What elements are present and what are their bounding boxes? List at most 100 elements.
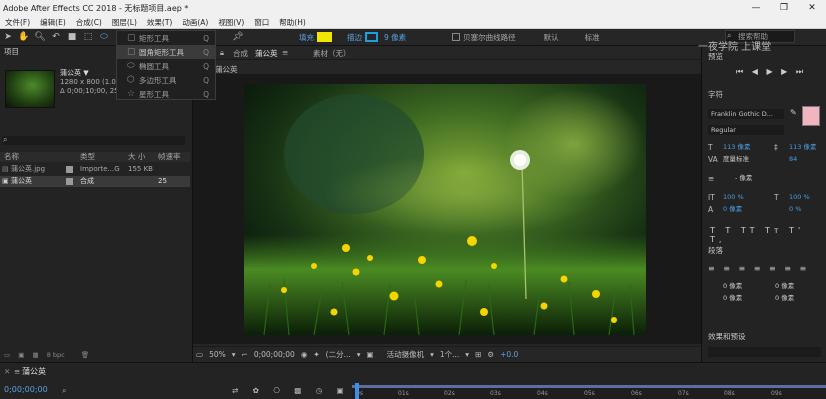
horizontal-scale-field[interactable]: 100 % — [786, 192, 824, 202]
leading-field[interactable]: 113 像素 — [786, 142, 824, 152]
text-style-buttons[interactable]: T T TT Tт T' T, — [710, 226, 826, 244]
playback-controls[interactable]: ⏮ ◀ ▶ ▶ ⏭ — [736, 67, 806, 77]
workspace-default[interactable]: 默认 — [544, 32, 559, 43]
views-dropdown[interactable]: 1个... — [440, 349, 459, 360]
close-button[interactable]: ✕ — [798, 0, 826, 16]
menu-edit[interactable]: 编辑(E) — [35, 17, 71, 28]
shape-tool-icon[interactable]: ⬭ — [97, 30, 111, 44]
indent-left-field[interactable]: 0 像素 — [720, 281, 760, 291]
baseline-field[interactable]: 0 像素 — [720, 204, 760, 214]
stroke-label[interactable]: 描边 — [347, 32, 362, 43]
col-name[interactable]: 名称 — [4, 152, 19, 162]
settings-icon[interactable]: ⚙ — [487, 350, 494, 359]
shape-tool-menu: ▢ 矩形工具 Q ▢ 圆角矩形工具 Q ⬭ 椭圆工具 Q ⬡ 多边形工具 Q ☆… — [116, 30, 216, 100]
font-size-field[interactable]: 113 像素 — [720, 142, 760, 152]
comp-tab-name[interactable]: 蒲公英 — [255, 48, 278, 59]
fill-label[interactable]: 填充 — [299, 32, 314, 43]
snapshot-icon[interactable]: ◉ — [301, 350, 308, 359]
tracking-field[interactable]: 84 — [786, 154, 816, 164]
minimize-button[interactable]: — — [742, 0, 770, 16]
label-color[interactable] — [66, 166, 73, 173]
menu-item-polygon[interactable]: ⬡ 多边形工具 Q — [117, 73, 215, 87]
rotate-tool-icon[interactable]: ↶ — [49, 30, 63, 44]
menu-effect[interactable]: 效果(T) — [142, 17, 177, 28]
camera-tool-icon[interactable]: ■ — [65, 30, 79, 44]
resolution-dropdown[interactable]: (二分... — [326, 349, 351, 360]
menu-composition[interactable]: 合成(C) — [71, 17, 107, 28]
indent-right-field[interactable]: 0 像素 — [772, 281, 812, 291]
fill-color-swatch[interactable] — [317, 32, 332, 42]
tsume-field[interactable]: 0 % — [786, 204, 824, 214]
menu-item-star[interactable]: ☆ 星形工具 Q — [117, 87, 215, 101]
effects-presets-title[interactable]: 效果和预设 — [708, 331, 746, 342]
hand-tool-icon[interactable]: ✋ — [17, 30, 31, 44]
bezier-label: 贝塞尔曲线路径 — [463, 32, 516, 42]
delete-icon[interactable]: 🗑︎ — [81, 351, 89, 359]
bpc-label[interactable]: 8 bpc — [47, 351, 65, 359]
kerning-field[interactable]: 度量标准 — [720, 154, 760, 164]
menu-help[interactable]: 帮助(H) — [274, 17, 311, 28]
comp-tab-label[interactable]: 合成 — [233, 48, 248, 59]
timeline-timecode[interactable]: 0;00;00;00 — [4, 385, 48, 394]
ellipse-icon: ⬭ — [127, 61, 135, 71]
font-style-dropdown[interactable]: Regular — [708, 125, 784, 135]
maximize-button[interactable]: ❐ — [770, 0, 798, 16]
always-preview-icon[interactable]: ▭ — [196, 350, 203, 359]
paragraph-title[interactable]: 段落 — [708, 245, 723, 256]
bezier-checkbox[interactable] — [452, 33, 461, 41]
vertical-scale-field[interactable]: 100 % — [720, 192, 760, 202]
exposure-value[interactable]: +0.0 — [500, 350, 518, 359]
menu-item-rectangle[interactable]: ▢ 矩形工具 Q — [117, 31, 215, 45]
stroke-width-field[interactable]: - 像素 — [732, 173, 772, 183]
comp-lock-icon[interactable]: 🔒︎ — [220, 48, 224, 58]
menu-layer[interactable]: 图层(L) — [107, 17, 142, 28]
selection-tool-icon[interactable]: ➤ — [1, 30, 15, 44]
stroke-color-swatch[interactable] — [365, 32, 378, 42]
project-item-row[interactable]: ▤ 蒲公英.jpg Importe...G 155 KB — [0, 164, 190, 175]
col-type[interactable]: 类型 — [80, 152, 95, 162]
fill-color-swatch[interactable] — [802, 106, 820, 126]
roi-icon[interactable]: ▣ — [367, 350, 374, 359]
viewer-timecode[interactable]: 0;00;00;00 — [254, 350, 295, 359]
dandelion-image[interactable] — [244, 84, 646, 335]
effects-search-input[interactable] — [708, 347, 821, 357]
eyedropper-icon[interactable]: ✎ — [790, 108, 797, 117]
timeline-tab[interactable]: 蒲公英 — [22, 366, 46, 377]
stroke-size[interactable]: 9 像素 — [384, 32, 406, 43]
menu-item-ellipse[interactable]: ⬭ 椭圆工具 Q — [117, 59, 215, 73]
character-title[interactable]: 字符 — [708, 89, 723, 100]
col-size[interactable]: 大 小 — [128, 152, 145, 162]
menu-view[interactable]: 视图(V) — [213, 17, 249, 28]
work-area-bar[interactable] — [352, 385, 826, 388]
menu-item-rounded-rectangle[interactable]: ▢ 圆角矩形工具 Q — [117, 45, 215, 59]
timeline-switches[interactable]: ⇄ ✿ ⎔ ▩ ◷ ▣ — [232, 386, 350, 395]
puppet-pin-tool-icon[interactable]: 📌︎ — [231, 30, 245, 44]
grid-icon[interactable]: ⊞ — [475, 350, 481, 359]
pan-behind-tool-icon[interactable]: ⬚ — [81, 30, 95, 44]
col-fps[interactable]: 帧速率 — [158, 152, 181, 162]
menu-window[interactable]: 窗口 — [249, 17, 274, 28]
new-folder-icon[interactable]: ▭ — [4, 351, 10, 359]
color-channel-icon[interactable]: ✦ — [313, 350, 319, 359]
new-comp-icon[interactable]: ▣ — [18, 351, 24, 359]
zoom-tool-icon[interactable]: 🔍︎ — [33, 30, 47, 44]
font-family-dropdown[interactable]: Franklin Gothic D... — [708, 109, 784, 119]
label-color[interactable] — [66, 178, 73, 185]
new-item-icon[interactable]: ▦ — [32, 351, 38, 359]
footage-tab[interactable]: 素材（无） — [313, 48, 351, 59]
project-item-row[interactable]: ▣ 蒲公英 合成 25 — [0, 176, 190, 187]
project-search-input[interactable] — [2, 136, 185, 145]
close-icon[interactable]: ✕ — [4, 367, 10, 376]
camera-dropdown[interactable]: 活动摄像机 — [387, 349, 425, 360]
workspace-standard[interactable]: 标准 — [585, 32, 600, 43]
menu-icon[interactable]: ≡ — [14, 367, 20, 376]
menu-file[interactable]: 文件(F) — [0, 17, 35, 28]
menu-icon[interactable]: ≡ — [282, 48, 288, 57]
align-buttons[interactable]: ≡ ≡ ≡ ≡ ≡ ≡ ≡ — [708, 264, 809, 273]
menu-animation[interactable]: 动画(A) — [177, 17, 213, 28]
playhead[interactable] — [355, 383, 359, 399]
zoom-dropdown[interactable]: 50% — [209, 350, 226, 359]
resolution-icon[interactable]: ⌐ — [242, 350, 248, 359]
space-before-field[interactable]: 0 像素 — [720, 293, 760, 303]
space-after-field[interactable]: 0 像素 — [772, 293, 812, 303]
